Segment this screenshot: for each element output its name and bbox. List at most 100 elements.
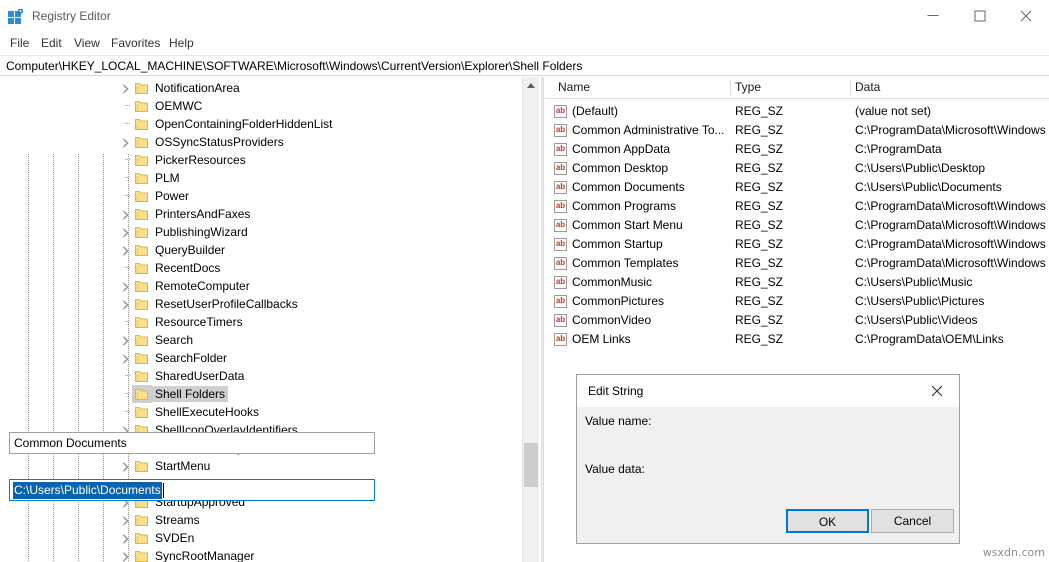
tree-scrollbar-thumb[interactable]	[524, 443, 538, 487]
close-button[interactable]	[1003, 0, 1049, 32]
tree-item-publishingwizard[interactable]: PublishingWizard	[0, 223, 519, 241]
table-row[interactable]: ab Common Desktop REG_SZ C:\Users\Public\De…	[545, 159, 1049, 178]
string-value-icon: ab	[554, 276, 567, 289]
value-data-cell: C:\ProgramData\OEM\Links	[855, 332, 1004, 346]
menu-file[interactable]: File	[4, 35, 35, 52]
tree-item-label: ShellExecuteHooks	[155, 405, 260, 419]
tree-item-searchfolder[interactable]: SearchFolder	[0, 349, 519, 367]
tree-scrollbar[interactable]	[522, 77, 539, 562]
value-name-input[interactable]: Common Documents	[9, 432, 375, 454]
tree-connector	[125, 195, 130, 196]
tree-item-label: Power	[155, 189, 190, 203]
value-data-text: C:\Users\Public\Documents	[13, 482, 162, 499]
chevron-right-icon[interactable]	[121, 335, 131, 346]
chevron-right-icon[interactable]	[121, 299, 131, 310]
tree-item-printersandfaxes[interactable]: PrintersAndFaxes	[0, 205, 519, 223]
window-title: Registry Editor	[32, 9, 111, 23]
scroll-up-arrow-icon[interactable]	[523, 77, 539, 94]
tree-item-label: RecentDocs	[155, 261, 221, 275]
tree-item-syncrootmanager[interactable]: SyncRootManager	[0, 547, 519, 562]
column-divider[interactable]	[850, 80, 851, 95]
tree-item-ossyncstatusproviders[interactable]: OSSyncStatusProviders	[0, 133, 519, 151]
tree-item-label: SyncRootManager	[155, 549, 255, 562]
table-row[interactable]: ab Common Start Menu REG_SZ C:\ProgramData\…	[545, 216, 1049, 235]
folder-icon	[135, 244, 148, 256]
table-row[interactable]: ab CommonMusic REG_SZ C:\Users\Public\Music	[545, 273, 1049, 292]
tree-item-svden[interactable]: SVDEn	[0, 529, 519, 547]
string-value-icon: ab	[554, 200, 567, 213]
menu-favorites[interactable]: Favorites	[105, 35, 166, 52]
address-bar[interactable]: Computer\HKEY_LOCAL_MACHINE\SOFTWARE\Mic…	[0, 55, 1049, 76]
table-row[interactable]: ab Common Documents REG_SZ C:\Users\Public\…	[545, 178, 1049, 197]
tree-item-startmenu[interactable]: StartMenu	[0, 457, 519, 475]
chevron-right-icon[interactable]	[121, 551, 131, 562]
chevron-right-icon[interactable]	[121, 245, 131, 256]
tree-item-shareduserdata[interactable]: SharedUserData	[0, 367, 519, 385]
table-row[interactable]: ab CommonVideo REG_SZ C:\Users\Public\Video…	[545, 311, 1049, 330]
tree-item-oemwc[interactable]: OEMWC	[0, 97, 519, 115]
folder-icon	[135, 550, 148, 562]
chevron-right-icon[interactable]	[121, 533, 131, 544]
chevron-right-icon[interactable]	[121, 353, 131, 364]
list-column-headers: Name Type Data	[545, 77, 1049, 99]
menu-edit[interactable]: Edit	[35, 35, 68, 52]
value-type-cell: REG_SZ	[735, 275, 784, 289]
tree-item-streams[interactable]: Streams	[0, 511, 519, 529]
minimize-button[interactable]	[910, 0, 956, 32]
tree-item-notificationarea[interactable]: NotificationArea	[0, 79, 519, 97]
tree-connector	[125, 393, 130, 394]
folder-icon	[135, 226, 148, 238]
value-name-cell: Common Programs	[572, 199, 677, 213]
table-row[interactable]: ab OEM Links REG_SZ C:\ProgramData\OEM\Link…	[545, 330, 1049, 349]
tree-item-shellexecutehooks[interactable]: ShellExecuteHooks	[0, 403, 519, 421]
chevron-right-icon[interactable]	[121, 515, 131, 526]
pane-splitter[interactable]	[541, 77, 544, 562]
table-row[interactable]: ab (Default) REG_SZ (value not set)	[545, 102, 1049, 121]
value-data-cell: C:\ProgramData\Microsoft\Windows	[855, 199, 1046, 213]
value-name-cell: CommonVideo	[572, 313, 652, 327]
table-row[interactable]: ab Common AppData REG_SZ C:\ProgramData	[545, 140, 1049, 159]
folder-icon	[135, 334, 148, 346]
dialog-close-icon[interactable]	[914, 375, 959, 406]
column-header-data[interactable]: Data	[855, 77, 880, 98]
table-row[interactable]: ab CommonPictures REG_SZ C:\Users\Public\Pi…	[545, 292, 1049, 311]
cancel-button[interactable]: Cancel	[871, 509, 954, 533]
tree-item-search[interactable]: Search	[0, 331, 519, 349]
table-row[interactable]: ab Common Programs REG_SZ C:\ProgramData\Mi…	[545, 197, 1049, 216]
tree-item-label: SearchFolder	[155, 351, 228, 365]
value-data-input[interactable]: C:\Users\Public\Documents	[9, 479, 375, 501]
tree-item-label: StartMenu	[155, 459, 211, 473]
tree-item-opencontainingfolderhiddenlist[interactable]: OpenContainingFolderHiddenList	[0, 115, 519, 133]
tree-item-shell-folders[interactable]: Shell Folders	[0, 385, 519, 403]
tree-item-recentdocs[interactable]: RecentDocs	[0, 259, 519, 277]
menu-view[interactable]: View	[68, 35, 106, 52]
chevron-right-icon[interactable]	[121, 281, 131, 292]
tree-item-pickerresources[interactable]: PickerResources	[0, 151, 519, 169]
menu-help[interactable]: Help	[163, 35, 200, 52]
chevron-right-icon[interactable]	[121, 461, 131, 472]
tree-item-resetuserprofilecallbacks[interactable]: ResetUserProfileCallbacks	[0, 295, 519, 313]
tree-item-label: Shell Folders	[152, 386, 229, 402]
chevron-right-icon[interactable]	[121, 137, 131, 148]
string-value-icon: ab	[554, 219, 567, 232]
tree-item-querybuilder[interactable]: QueryBuilder	[0, 241, 519, 259]
value-type-cell: REG_SZ	[735, 161, 784, 175]
tree-item-resourcetimers[interactable]: ResourceTimers	[0, 313, 519, 331]
ok-button[interactable]: OK	[786, 509, 869, 533]
column-header-type[interactable]: Type	[735, 77, 761, 98]
table-row[interactable]: ab Common Administrative To... REG_SZ C:\Pr…	[545, 121, 1049, 140]
chevron-right-icon[interactable]	[121, 83, 131, 94]
value-type-cell: REG_SZ	[735, 218, 784, 232]
tree-item-remotecomputer[interactable]: RemoteComputer	[0, 277, 519, 295]
chevron-right-icon[interactable]	[121, 227, 131, 238]
maximize-button[interactable]	[957, 0, 1003, 32]
watermark: wsxdn.com	[982, 546, 1045, 559]
table-row[interactable]: ab Common Startup REG_SZ C:\ProgramData\Mic…	[545, 235, 1049, 254]
column-header-name[interactable]: Name	[558, 77, 590, 98]
value-type-cell: REG_SZ	[735, 332, 784, 346]
tree-item-plm[interactable]: PLM	[0, 169, 519, 187]
chevron-right-icon[interactable]	[121, 209, 131, 220]
column-divider[interactable]	[730, 80, 731, 95]
table-row[interactable]: ab Common Templates REG_SZ C:\ProgramData\M…	[545, 254, 1049, 273]
tree-item-power[interactable]: Power	[0, 187, 519, 205]
